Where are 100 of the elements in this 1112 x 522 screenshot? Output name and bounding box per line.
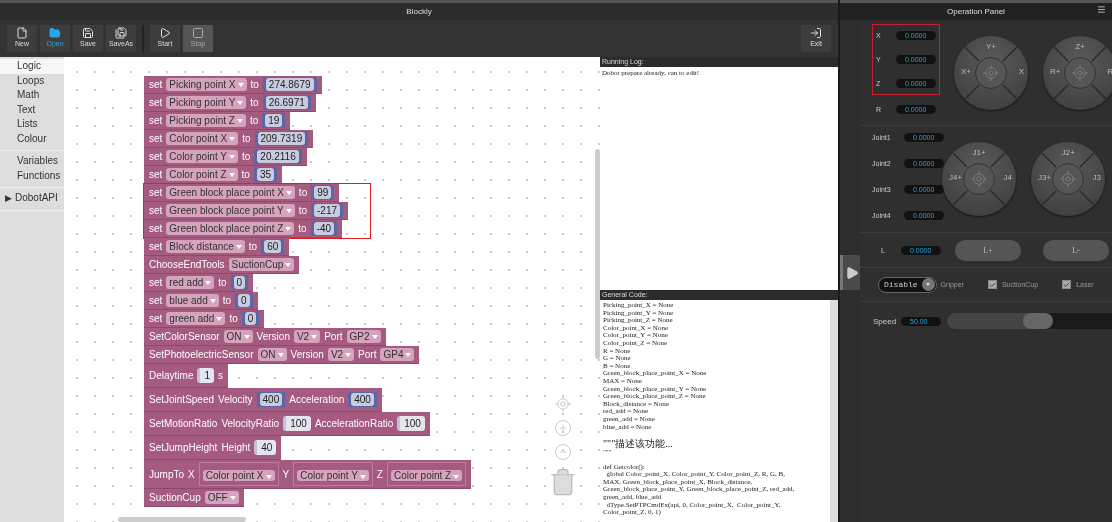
jog-pad[interactable]: J2+ J3+ J3 xyxy=(1031,142,1105,216)
block-dropdown[interactable]: ON xyxy=(223,330,253,343)
category-item[interactable]: Text xyxy=(0,102,64,117)
slider-thumb[interactable] xyxy=(1022,313,1053,329)
block-dropdown[interactable]: Color point Y xyxy=(297,470,369,481)
code-block[interactable]: JumpTo X Color point X Y Color point Y Z Color point Z xyxy=(144,460,472,489)
code-block[interactable]: set green add to 0 xyxy=(144,310,265,328)
block-label: to xyxy=(298,187,308,198)
code-block[interactable]: set Green block place point Z to -40 xyxy=(144,220,343,238)
number-field[interactable]: 274.8679 xyxy=(265,78,314,91)
code-block[interactable]: set Picking point Y to 26.6971 xyxy=(144,94,316,112)
block-dropdown[interactable]: Block distance xyxy=(166,240,245,253)
code-block[interactable]: set red add to 0 xyxy=(144,274,254,292)
block-label: SuctionCup xyxy=(149,492,201,503)
block-dropdown[interactable]: Green block place point X xyxy=(166,186,295,199)
block-dropdown[interactable]: Color point X xyxy=(166,132,239,145)
block-dropdown[interactable]: ON xyxy=(257,348,287,361)
number-field[interactable]: 20.2116 xyxy=(257,150,299,163)
number-field[interactable]: 99 xyxy=(314,186,332,199)
block-dropdown[interactable]: Color point Z xyxy=(166,168,238,181)
code-block[interactable]: set Color point Z to 35 xyxy=(144,166,283,184)
code-block[interactable]: set Block distance to 60 xyxy=(144,238,290,256)
trash-icon[interactable] xyxy=(548,467,578,497)
code-block[interactable]: SuctionCup OFF xyxy=(144,489,244,507)
block-label: set xyxy=(149,169,163,180)
block-label: set xyxy=(149,115,163,126)
code-block[interactable]: set Picking point Z to 19 xyxy=(144,112,291,130)
scrollbar[interactable] xyxy=(595,149,600,359)
block-dropdown[interactable]: Color point X xyxy=(202,470,275,481)
number-field[interactable]: 100 xyxy=(283,416,311,431)
block-dropdown[interactable]: green add xyxy=(166,312,226,325)
panel-title: Operation Panel xyxy=(947,7,1005,16)
code-block[interactable]: SetJumpHeight Height 40 xyxy=(144,436,282,460)
code-block[interactable]: set Green block place point Y to -217 xyxy=(144,202,349,220)
block-dropdown[interactable]: V2 xyxy=(293,330,321,343)
jog-pad[interactable]: Y+ X+ X xyxy=(954,35,1028,110)
number-field[interactable]: 400 xyxy=(259,393,283,406)
jog-pad[interactable]: J1+ J4+ J4 xyxy=(942,142,1016,216)
scrollbar[interactable] xyxy=(118,517,246,522)
block-dropdown[interactable]: Green block place point Z xyxy=(166,222,295,235)
code-block[interactable]: ChooseEndTools SuctionCup xyxy=(144,256,300,274)
number-field[interactable]: 100 xyxy=(397,416,425,431)
number-field[interactable]: -40 xyxy=(313,222,335,235)
number-field[interactable]: 1 xyxy=(197,368,215,383)
block-dropdown[interactable]: GP4 xyxy=(380,348,415,361)
code-block[interactable]: set Green block place point X to 99 xyxy=(144,184,340,202)
block-dropdown[interactable]: SuctionCup xyxy=(228,258,295,271)
block-dropdown[interactable]: Color point Z xyxy=(390,470,463,481)
collapse-button[interactable] xyxy=(840,255,860,290)
code-block[interactable]: Delaytime 1 s xyxy=(144,364,229,388)
code-block[interactable]: set Color point Y to 20.2116 xyxy=(144,148,307,166)
category-item[interactable]: Colour xyxy=(0,131,64,146)
pad-label: J1+ xyxy=(972,148,986,157)
block-label: Z xyxy=(376,468,383,480)
number-field[interactable]: 19 xyxy=(265,114,283,127)
code-block[interactable]: SetPhotoelectricSensor ON Version V2 Port GP4 xyxy=(144,346,420,364)
toggle-switch[interactable]: Disable xyxy=(878,276,937,293)
speed-slider[interactable] xyxy=(947,313,1112,329)
code-block[interactable]: set blue add to 0 xyxy=(144,292,258,310)
category-item[interactable]: Math xyxy=(0,88,64,103)
block-dropdown[interactable]: Picking point X xyxy=(166,78,247,91)
category-item[interactable]: Loops xyxy=(0,73,64,88)
category-item[interactable]: Lists xyxy=(0,117,64,132)
block-dropdown[interactable]: OFF xyxy=(204,491,239,504)
play-icon xyxy=(844,265,859,280)
block-dropdown[interactable]: Green block place point Y xyxy=(166,204,295,217)
number-field[interactable]: 26.6971 xyxy=(265,96,308,109)
jog-button[interactable]: L+ xyxy=(955,239,1021,261)
category-item[interactable]: Logic xyxy=(0,59,64,74)
number-field[interactable]: 400 xyxy=(351,393,374,406)
code-block[interactable]: SetMotionRatio VelocityRatio 100 AccelerationRatio 100 xyxy=(144,412,430,436)
code-block[interactable]: SetJointSpeed Velocity 400 Acceleration 400 xyxy=(144,388,382,412)
block-label: Port xyxy=(324,331,343,342)
block-dropdown[interactable]: GP2 xyxy=(346,330,381,343)
number-field[interactable]: 40 xyxy=(254,440,277,455)
code-block[interactable]: set Color point X to 209.7319 xyxy=(144,130,314,148)
block-dropdown[interactable]: red add xyxy=(166,276,215,289)
checkbox[interactable] xyxy=(1062,280,1072,289)
number-field[interactable]: 60 xyxy=(264,240,282,253)
block-dropdown[interactable]: V2 xyxy=(327,348,355,361)
category-item[interactable]: Variables xyxy=(0,154,64,169)
jog-pad[interactable]: Z+ R+ R xyxy=(1043,35,1112,110)
checkbox[interactable] xyxy=(987,280,997,289)
block-dropdown[interactable]: Color point Y xyxy=(166,150,238,163)
number-field[interactable]: 0 xyxy=(233,276,246,289)
category-item[interactable]: Functions xyxy=(0,168,64,183)
category-item[interactable]: ▶ DobotAPI xyxy=(0,191,64,206)
block-dropdown[interactable]: Picking point Z xyxy=(166,114,246,127)
number-field[interactable]: 0 xyxy=(244,312,257,325)
menu-icon[interactable] xyxy=(1097,5,1106,14)
block-dropdown[interactable]: Picking point Y xyxy=(166,96,247,109)
jog-button[interactable]: L- xyxy=(1043,239,1109,261)
number-field[interactable]: 35 xyxy=(256,168,275,181)
number-field[interactable]: 0 xyxy=(238,294,250,307)
code-block[interactable]: SetColorSensor ON Version V2 Port GP2 xyxy=(144,328,386,346)
number-field[interactable]: -217 xyxy=(314,204,341,217)
number-field[interactable]: 209.7319 xyxy=(257,132,306,145)
code-block[interactable]: set Picking point X to 274.8679 xyxy=(144,76,322,94)
block-dropdown[interactable]: blue add xyxy=(166,294,219,307)
block-label: set xyxy=(149,223,163,234)
